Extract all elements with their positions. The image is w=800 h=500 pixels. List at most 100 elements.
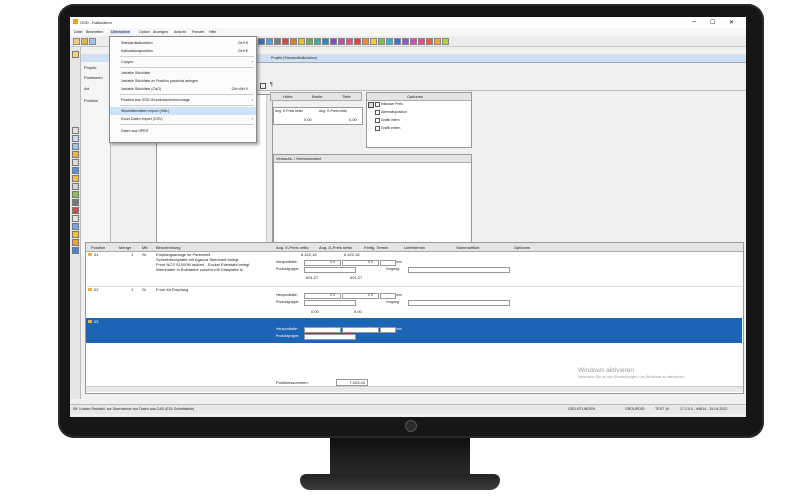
dd-kalkulationsposition[interactable]: Kalkulationsposition Ctrl+E <box>110 47 256 55</box>
option-grafik-extern-checkbox[interactable] <box>375 126 380 131</box>
toolbar-color-2-icon[interactable] <box>266 38 273 45</box>
row-herz-field-3[interactable] <box>380 327 396 333</box>
gp-value[interactable]: 0,00 <box>349 117 357 122</box>
left-tool-12-icon[interactable] <box>72 207 79 214</box>
left-tool-11-icon[interactable] <box>72 199 79 206</box>
toolbar-color-22-icon[interactable] <box>426 38 433 45</box>
toolbar-color-8-icon[interactable] <box>314 38 321 45</box>
left-tool-8-icon[interactable] <box>72 175 79 182</box>
sales-text-panel[interactable]: Verkaufs- / Werkstücktext <box>273 154 472 251</box>
dd-sprit[interactable]: Daten aus SPRIT <box>110 127 256 135</box>
row-herz-field-2[interactable] <box>342 260 379 266</box>
dd-xml-import[interactable]: Stücklistendaten Import (XML) <box>110 107 256 115</box>
col-position[interactable]: Position <box>91 245 105 250</box>
toolbar-color-4-icon[interactable] <box>282 38 289 45</box>
col-optionen[interactable]: Optionen <box>514 245 530 250</box>
toolbar-color-23-icon[interactable] <box>434 38 441 45</box>
row-herz-field-2[interactable] <box>342 293 379 299</box>
table-row-selected[interactable]: 03 Herzpunktalle: 0 X 0 X mm Produktgrup… <box>86 318 742 343</box>
maximize-button[interactable]: ☐ <box>710 19 715 26</box>
left-tool-6-icon[interactable] <box>72 159 79 166</box>
row-herz-field-3[interactable] <box>380 293 396 299</box>
toolbar-color-11-icon[interactable] <box>338 38 345 45</box>
left-tool-1-icon[interactable] <box>72 51 79 58</box>
dd-copyrio[interactable]: Copyrio › <box>110 58 256 66</box>
toolbar-color-16-icon[interactable] <box>378 38 385 45</box>
row-herz-field-3[interactable] <box>380 260 396 266</box>
row-herz-field-2[interactable] <box>342 327 379 333</box>
dd-standardkalkulation[interactable]: Standardkalkulation Ctrl+S <box>110 39 256 47</box>
row-herz-field-1[interactable] <box>304 327 341 333</box>
row-vorgang-field[interactable] <box>408 267 510 273</box>
left-tool-16-icon[interactable] <box>72 239 79 246</box>
toolbar-color-1-icon[interactable] <box>258 38 265 45</box>
left-tool-14-icon[interactable] <box>72 223 79 230</box>
toolbar-color-13-icon[interactable] <box>354 38 361 45</box>
toolbar-color-7-icon[interactable] <box>306 38 313 45</box>
dd-variable-stueckliste[interactable]: Variable Stückliste <box>110 69 256 77</box>
option-grafik-intern-checkbox[interactable] <box>375 118 380 123</box>
menu-ansicht[interactable]: Ansicht <box>174 30 186 34</box>
toolbar-color-10-icon[interactable] <box>330 38 337 45</box>
row-produkt-field[interactable] <box>304 334 356 340</box>
toolbar-color-6-icon[interactable] <box>298 38 305 45</box>
option-inklusive-checkbox[interactable] <box>375 102 380 107</box>
left-tool-5-icon[interactable] <box>72 151 79 158</box>
toolbar-save-icon[interactable] <box>89 38 96 45</box>
col-ep[interactable]: Ang. E-Preis netto <box>276 245 308 250</box>
menu-fenster[interactable]: Fenster <box>192 30 204 34</box>
grid-hscrollbar[interactable] <box>86 386 743 392</box>
toolbar-color-21-icon[interactable] <box>418 38 425 45</box>
close-button[interactable]: ✕ <box>729 19 734 26</box>
col-liefertermin[interactable]: Liefertermin <box>404 245 425 250</box>
left-tool-17-icon[interactable] <box>72 247 79 254</box>
toolbar-color-15-icon[interactable] <box>370 38 377 45</box>
row-vorgang-field[interactable] <box>408 300 510 306</box>
toolbar-color-5-icon[interactable] <box>290 38 297 45</box>
row-herz-field-1[interactable] <box>304 293 341 299</box>
toolbar-color-12-icon[interactable] <box>346 38 353 45</box>
toolbar-color-24-icon[interactable] <box>442 38 449 45</box>
row-produkt-field[interactable] <box>304 267 356 273</box>
toolbar-open-icon[interactable] <box>81 38 88 45</box>
toolbar-color-9-icon[interactable] <box>322 38 329 45</box>
col-stammartikel[interactable]: Stammartikel <box>456 245 479 250</box>
table-row[interactable]: 01 1 St. Empfangsanlage im Parkenteil Sc… <box>86 252 742 286</box>
toolbar-color-3-icon[interactable] <box>274 38 281 45</box>
row-produkt-field[interactable] <box>304 300 356 306</box>
menu-uebernahme[interactable]: Übernahme <box>110 30 131 34</box>
left-tool-13-icon[interactable] <box>72 215 79 222</box>
menu-hilfe[interactable]: Hilfe <box>209 30 216 34</box>
toolbar-color-20-icon[interactable] <box>410 38 417 45</box>
options-tool-icon[interactable] <box>368 102 374 108</box>
dd-variable-stueckliste-cao[interactable]: Variable Stückliste (CaO) Ctrl+Alt+V <box>110 85 256 93</box>
edit-icon[interactable] <box>260 83 266 89</box>
col-menge[interactable]: Menge <box>119 245 131 250</box>
col-gp[interactable]: Ang. G-Preis netto <box>319 245 352 250</box>
toolbar-color-18-icon[interactable] <box>394 38 401 45</box>
toolbar-color-19-icon[interactable] <box>402 38 409 45</box>
option-alternativ-checkbox[interactable] <box>375 110 380 115</box>
minimize-button[interactable]: – <box>692 18 696 25</box>
menu-option[interactable]: Option <box>139 30 150 34</box>
col-fertig-termin[interactable]: Fertig. Termin <box>364 245 388 250</box>
toolbar-color-14-icon[interactable] <box>362 38 369 45</box>
menu-bearbeiten[interactable]: Bearbeiten <box>86 30 103 34</box>
left-tool-10-icon[interactable] <box>72 191 79 198</box>
menu-anzeigen[interactable]: Anzeigen <box>153 30 168 34</box>
table-row[interactable]: 02 1 St. Front für Empfang Herzpunktalle… <box>86 286 742 317</box>
toolbar-new-icon[interactable] <box>73 38 80 45</box>
left-tool-3-icon[interactable] <box>72 135 79 142</box>
left-tool-15-icon[interactable] <box>72 231 79 238</box>
left-tool-2-icon[interactable] <box>72 127 79 134</box>
ep-value[interactable]: 0,00 <box>304 117 312 122</box>
row-herz-field-1[interactable] <box>304 260 341 266</box>
dd-grundmaschinenvorlage[interactable]: Position aus GSD-Grundmaschinenvorlage › <box>110 96 256 104</box>
tree-scrollbar[interactable] <box>266 95 272 250</box>
menu-datei[interactable]: Datei <box>74 30 82 34</box>
left-tool-9-icon[interactable] <box>72 183 79 190</box>
col-beschreibung[interactable]: Beschreibung <box>156 245 180 250</box>
dd-variable-stueckliste-pauschal[interactable]: Variable Stückliste zu Position pauschal… <box>110 77 256 85</box>
col-me[interactable]: ME <box>142 245 148 250</box>
toolbar-color-17-icon[interactable] <box>386 38 393 45</box>
